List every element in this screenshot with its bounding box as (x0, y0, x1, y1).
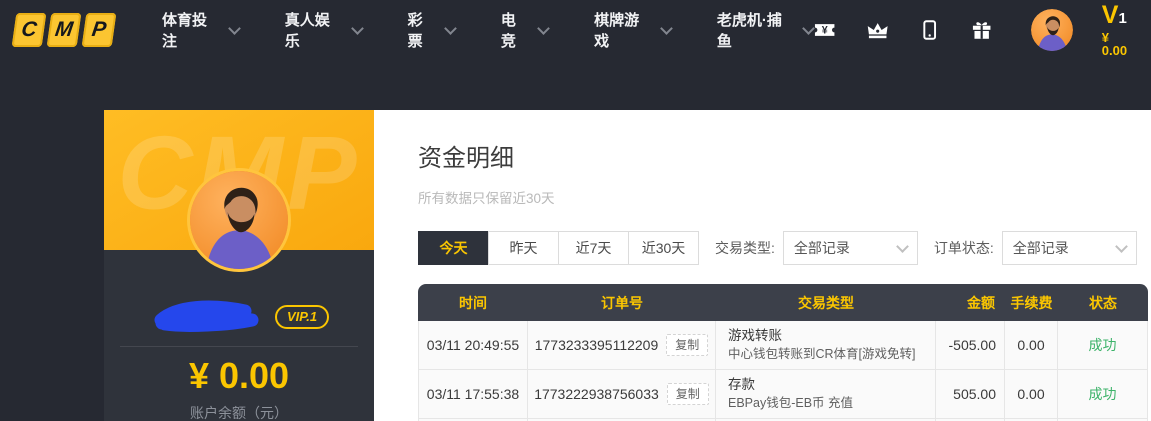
menu-label: 真人娱乐 (285, 9, 344, 51)
type-detail: EBPay钱包-EB币 充值 (728, 395, 853, 413)
account-balance: ¥ 0.00 (104, 355, 374, 397)
cell-fee: 0.00 (1005, 321, 1058, 370)
transaction-type-label: 交易类型: (715, 238, 775, 258)
menu-item-slots-fishing[interactable]: 老虎机·捕鱼 (717, 9, 813, 51)
cell-type: 游戏转账 中心钱包转账到CR体育[游戏免转] (716, 321, 936, 370)
menu-item-esports[interactable]: 电竞 (501, 9, 548, 51)
menu-label: 棋牌游戏 (594, 9, 653, 51)
gift-icon[interactable] (970, 18, 993, 42)
vip-level[interactable]: V1 ¥ 0.00 (1102, 3, 1137, 57)
chevron-down-icon (537, 22, 550, 35)
order-status-value: 全部记录 (1013, 238, 1069, 258)
vip-badge: VIP.1 (275, 305, 329, 329)
header-balance: ¥ 0.00 (1102, 31, 1137, 57)
order-status-label: 订单状态: (934, 238, 994, 258)
date-range-tabs: 今天 昨天 近7天 近30天 (418, 231, 699, 265)
chevron-down-icon (351, 22, 364, 35)
vip-level-number: 1 (1118, 10, 1126, 27)
coupon-icon[interactable]: ¥ (813, 18, 836, 42)
redacted-username-scribble (149, 298, 265, 336)
profile-avatar[interactable] (187, 168, 291, 272)
user-line: VIP.1 (104, 298, 374, 336)
transaction-type-value: 全部记录 (794, 238, 850, 258)
vip-level-prefix: V (1102, 1, 1119, 29)
copy-button[interactable]: 复制 (667, 383, 709, 405)
svg-text:¥: ¥ (822, 25, 828, 37)
order-number: 1773233395112209 (535, 337, 659, 353)
tab-yesterday[interactable]: 昨天 (488, 231, 559, 265)
brand-logo[interactable]: C M P (14, 13, 114, 47)
transactions-table: 时间 订单号 交易类型 金额 手续费 状态 03/11 20:49:55 177… (418, 284, 1148, 421)
logo-letter: C (12, 13, 47, 47)
copy-button[interactable]: 复制 (666, 334, 708, 356)
menu-label: 体育投注 (162, 9, 221, 51)
cell-amount: -505.00 (936, 321, 1005, 370)
logo-letter: M (47, 13, 82, 47)
menu-label: 彩票 (408, 9, 437, 51)
order-status-select[interactable]: 全部记录 (1002, 231, 1137, 265)
col-header-status: 状态 (1058, 284, 1148, 321)
chevron-down-icon (444, 22, 457, 35)
col-header-type: 交易类型 (716, 284, 936, 321)
profile-sidebar: CMP VIP.1 ¥ 0.00 账户余额 (104, 110, 374, 421)
col-header-order-no: 订单号 (528, 284, 716, 321)
user-avatar[interactable] (1031, 9, 1073, 51)
crown-icon[interactable] (866, 18, 889, 42)
order-number: 1773222938756033 (534, 386, 659, 402)
cell-type: 存款 EBPay钱包-EB币 充值 (716, 370, 936, 419)
col-header-amount: 金额 (936, 284, 1005, 321)
cell-fee: 0.00 (1005, 370, 1058, 419)
table-header-row: 时间 订单号 交易类型 金额 手续费 状态 (418, 284, 1148, 321)
chevron-down-icon (896, 240, 909, 253)
cell-time: 03/11 20:49:55 (418, 321, 528, 370)
chevron-down-icon (1115, 240, 1128, 253)
col-header-fee: 手续费 (1005, 284, 1058, 321)
type-main: 游戏转账 (728, 326, 782, 346)
cell-time: 03/11 17:55:38 (418, 370, 528, 419)
cell-order-no: 1773222938756033 复制 (528, 370, 716, 419)
top-nav: C M P 体育投注 真人娱乐 彩票 电竞 棋牌游戏 (0, 0, 1151, 60)
menu-label: 电竞 (501, 9, 530, 51)
table-row: 03/11 17:55:38 1773222938756033 复制 存款 EB… (418, 370, 1148, 419)
chevron-down-icon (660, 22, 673, 35)
table-row: 03/11 20:49:55 1773233395112209 复制 游戏转账 … (418, 321, 1148, 370)
menu-item-sports[interactable]: 体育投注 (162, 9, 239, 51)
tab-last-30-days[interactable]: 近30天 (628, 231, 699, 265)
menu-item-card-games[interactable]: 棋牌游戏 (594, 9, 671, 51)
status-badge: 成功 (1058, 321, 1148, 370)
cell-order-no: 1773233395112209 复制 (528, 321, 716, 370)
main-menu: 体育投注 真人娱乐 彩票 电竞 棋牌游戏 老虎机·捕鱼 (162, 9, 813, 51)
cell-amount: 505.00 (936, 370, 1005, 419)
page-subtitle: 所有数据只保留近30天 (418, 187, 1151, 207)
menu-item-live-casino[interactable]: 真人娱乐 (285, 9, 362, 51)
phone-icon[interactable] (918, 18, 941, 42)
menu-item-lottery[interactable]: 彩票 (408, 9, 455, 51)
type-detail: 中心钱包转账到CR体育[游戏免转] (728, 346, 916, 364)
transaction-type-select[interactable]: 全部记录 (783, 231, 918, 265)
account-balance-label: 账户余额（元） (104, 403, 374, 421)
chevron-down-icon (228, 22, 241, 35)
tab-last-7-days[interactable]: 近7天 (558, 231, 629, 265)
main-panel: 资金明细 所有数据只保留近30天 今天 昨天 近7天 近30天 交易类型: 全部… (374, 110, 1151, 421)
menu-label: 老虎机·捕鱼 (717, 9, 796, 51)
filter-controls: 今天 昨天 近7天 近30天 交易类型: 全部记录 订单状态: 全部记录 (418, 231, 1151, 265)
col-header-time: 时间 (418, 284, 528, 321)
status-badge: 成功 (1058, 370, 1148, 419)
logo-letter: P (82, 13, 117, 47)
sidebar-divider (120, 346, 358, 347)
nav-right-group: ¥ (813, 3, 1141, 57)
tab-today[interactable]: 今天 (418, 231, 489, 265)
page-title: 资金明细 (418, 138, 1151, 173)
page: C M P 体育投注 真人娱乐 彩票 电竞 棋牌游戏 (0, 0, 1151, 421)
type-main: 存款 (728, 375, 755, 395)
